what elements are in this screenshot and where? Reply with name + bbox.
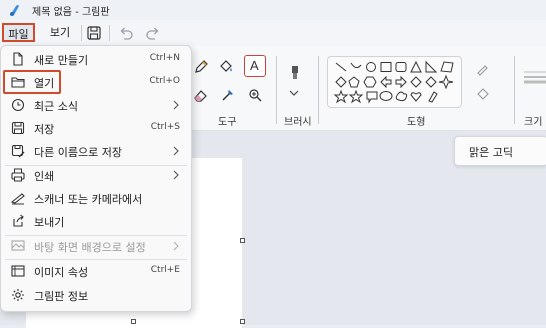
menu-item-label: 새로 만들기 — [34, 54, 89, 67]
color-picker-icon[interactable] — [219, 86, 237, 104]
title-bar: 제목 없음 - 그림판 — [0, 0, 546, 20]
menu-item-new[interactable]: 새로 만들기 Ctrl+N — [1, 48, 191, 71]
brush-icon[interactable] — [286, 64, 304, 82]
shapes-grid — [333, 60, 454, 104]
shapes-gallery[interactable] — [327, 56, 462, 108]
menu-item-open[interactable]: 열기 Ctrl+O — [1, 71, 191, 94]
resize-handle-corner[interactable] — [240, 319, 245, 324]
scanner-icon — [10, 193, 25, 205]
line-size-icon[interactable] — [522, 68, 546, 86]
menu-bar: 파일 보기 — [0, 20, 546, 46]
menu-separator — [109, 25, 110, 41]
menu-item-label: 인쇄 — [34, 170, 55, 183]
view-menu-button[interactable]: 보기 — [45, 23, 75, 42]
share-icon — [13, 214, 24, 227]
shortcut-text: Ctrl+N — [149, 53, 180, 63]
menu-item-label: 열기 — [34, 77, 55, 90]
save-as-icon — [11, 144, 25, 158]
ribbon-separator — [318, 56, 319, 124]
menu-item-scanner[interactable]: 스캐너 또는 카메라에서 — [1, 187, 191, 210]
shortcut-text: Ctrl+O — [149, 76, 180, 86]
ribbon-separator — [514, 56, 515, 124]
menu-item-about[interactable]: 그림판 정보 — [1, 284, 191, 307]
magnifier-icon[interactable] — [246, 86, 264, 104]
text-icon: A — [250, 58, 259, 73]
file-menu-button[interactable]: 파일 — [2, 23, 35, 42]
menu-item-label: 저장 — [34, 123, 55, 136]
font-selector[interactable]: 맑은 고딕 — [454, 136, 546, 166]
clock-icon — [11, 98, 25, 112]
menu-item-save-as[interactable]: 다른 이름으로 저장 — [1, 140, 191, 163]
text-tool-button[interactable]: A — [244, 55, 266, 77]
menu-separator — [81, 25, 82, 41]
pencil-icon[interactable] — [192, 58, 210, 76]
eraser-icon[interactable] — [192, 86, 210, 104]
font-name: 맑은 고딕 — [469, 146, 513, 159]
menu-item-save[interactable]: 저장 Ctrl+S — [1, 117, 191, 140]
shapes-group-label: 도형 — [407, 117, 426, 128]
gear-icon — [12, 289, 24, 301]
menu-item-label: 최근 소식 — [34, 100, 78, 113]
menu-item-label: 바탕 화면 배경으로 설정 — [34, 241, 146, 254]
chevron-right-icon — [173, 100, 179, 110]
save-icon[interactable] — [84, 23, 104, 43]
wallpaper-icon — [11, 240, 25, 251]
file-menu-dropdown: 새로 만들기 Ctrl+N 열기 Ctrl+O 최근 소식 저장 Ctrl+S — [0, 45, 192, 312]
undo-icon[interactable] — [116, 23, 136, 43]
ribbon-separator — [276, 56, 277, 124]
menu-item-image-properties[interactable]: 이미지 속성 Ctrl+E — [1, 260, 191, 283]
fill-bucket-icon[interactable] — [217, 58, 235, 76]
resize-handle-bottom[interactable] — [131, 319, 136, 324]
chevron-right-icon — [173, 241, 179, 251]
shape-outline-icon[interactable] — [474, 60, 492, 78]
tools-group-label: 도구 — [218, 117, 237, 128]
folder-icon — [11, 77, 25, 88]
shortcut-text: Ctrl+S — [150, 122, 180, 132]
chevron-down-icon[interactable] — [287, 88, 301, 98]
menu-item-label: 보내기 — [34, 216, 65, 229]
image-properties-icon — [11, 265, 25, 277]
new-file-icon — [13, 52, 23, 66]
menu-item-label: 그림판 정보 — [34, 290, 89, 303]
size-group-label: 크기 — [524, 117, 543, 128]
brushes-group-label: 브러시 — [284, 117, 312, 128]
chevron-right-icon — [173, 146, 179, 156]
menu-item-label: 스캐너 또는 카메라에서 — [34, 193, 143, 206]
menu-item-label: 다른 이름으로 저장 — [34, 146, 122, 159]
shortcut-text: Ctrl+E — [150, 265, 180, 275]
save-icon — [11, 121, 25, 135]
chevron-right-icon — [173, 170, 179, 180]
paint-app-icon — [10, 5, 19, 16]
menu-item-send[interactable]: 보내기 — [1, 210, 191, 233]
window-title: 제목 없음 - 그림판 — [32, 7, 110, 18]
menu-item-set-wallpaper: 바탕 화면 배경으로 설정 — [1, 235, 191, 258]
menu-item-recent[interactable]: 최근 소식 — [1, 94, 191, 117]
redo-icon[interactable] — [143, 23, 163, 43]
printer-icon — [11, 168, 25, 182]
menu-item-print[interactable]: 인쇄 — [1, 164, 191, 187]
resize-handle-right[interactable] — [240, 238, 245, 243]
shape-fill-icon[interactable] — [474, 86, 492, 104]
menu-item-label: 이미지 속성 — [34, 266, 89, 279]
